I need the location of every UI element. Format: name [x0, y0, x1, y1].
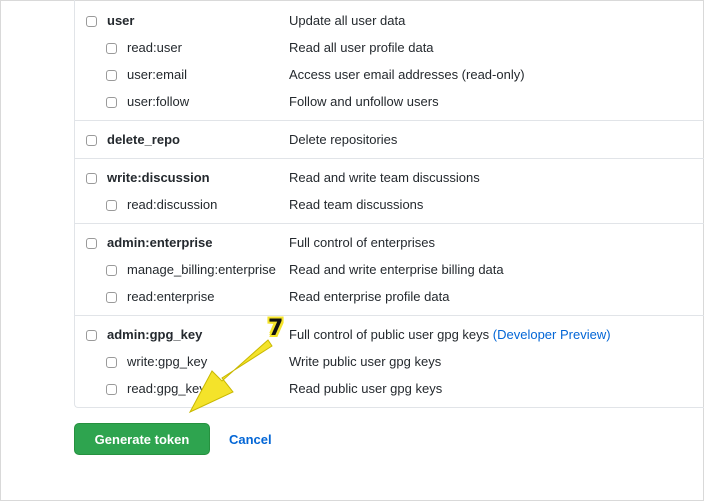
- annotation-arrow-icon: [188, 339, 273, 414]
- annotation-step-number: 7: [268, 316, 284, 341]
